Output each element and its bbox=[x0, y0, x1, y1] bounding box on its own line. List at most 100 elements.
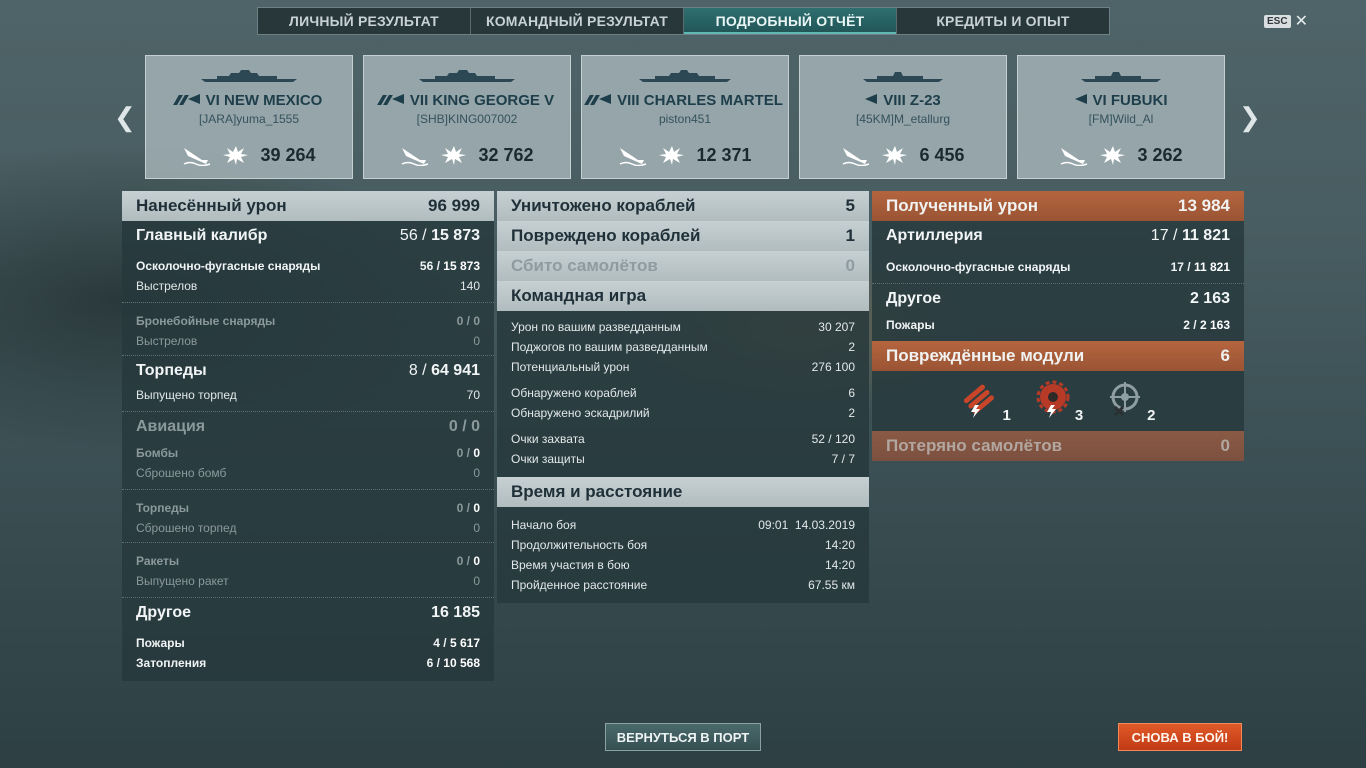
air-torpedoes-dropped-row: Сброшено торпед 0 bbox=[136, 521, 480, 535]
ship-name: VIII CHARLES MARTEL bbox=[582, 92, 788, 109]
steering-gear-module: 2 bbox=[1105, 379, 1156, 424]
other-damage-header: Другое 16 185 bbox=[122, 597, 494, 627]
floods-row: Затопления 6 / 10 568 bbox=[136, 656, 480, 670]
ship-name: VI NEW MEXICO bbox=[146, 92, 352, 109]
damage-hit-icon bbox=[1099, 144, 1127, 166]
squadrons-spotted-row: Обнаружено эскадрилий 2 bbox=[511, 406, 855, 420]
torpedoes-fired-row: Выпущено торпед 70 bbox=[136, 388, 480, 402]
bombs-row: Бомбы 0 / 0 bbox=[136, 446, 480, 460]
rockets-fired-row: Выпущено ракет 0 bbox=[136, 574, 480, 588]
fires-row: Пожары 4 / 5 617 bbox=[136, 636, 480, 650]
sunk-ship-icon bbox=[841, 144, 871, 166]
carousel-right-arrow-icon[interactable]: ❯ bbox=[1239, 104, 1261, 130]
ap-shots-row: Выстрелов 0 bbox=[136, 334, 480, 348]
ship-card[interactable]: VI NEW MEXICO [JARA]yuma_1555 39 264 bbox=[145, 55, 353, 179]
defense-points-row: Очки защиты 7 / 7 bbox=[511, 452, 855, 466]
close-icon: ✕ bbox=[1294, 13, 1308, 30]
ship-damage-stats: 39 264 bbox=[146, 144, 352, 166]
capture-points-row: Очки захвата 52 / 120 bbox=[511, 432, 855, 446]
ship-silhouette-icon bbox=[800, 69, 1006, 83]
ship-damage-value: 3 262 bbox=[1137, 144, 1183, 165]
ship-class-icon bbox=[599, 94, 612, 104]
received-damage-panel: Полученный урон 13 984 Артиллерия 17 / 11… bbox=[872, 191, 1244, 461]
artillery-header: Артиллерия 17 / 11 821 bbox=[872, 221, 1244, 251]
player-name: [JARA]yuma_1555 bbox=[198, 112, 300, 126]
damage-hit-icon bbox=[658, 144, 686, 166]
received-other-header: Другое 2 163 bbox=[872, 283, 1244, 313]
planes-lost-header: Потеряно самолётов 0 bbox=[872, 431, 1244, 461]
ship-damage-value: 12 371 bbox=[696, 144, 752, 165]
ship-damage-stats: 12 371 bbox=[582, 144, 788, 166]
spotting-fires-row: Поджогов по вашим разведданным 2 bbox=[511, 340, 855, 354]
player-name: [FM]Wild_Al bbox=[1088, 112, 1154, 126]
ship-name: VI FUBUKI bbox=[1018, 92, 1224, 109]
torpedoes-header: Торпеды 8 / 64 941 bbox=[122, 355, 494, 385]
spotting-damage-row: Урон по вашим разведданным 30 207 bbox=[511, 320, 855, 334]
team-play-header: Командная игра bbox=[497, 281, 869, 311]
ship-damage-stats: 3 262 bbox=[1018, 144, 1224, 166]
received-damage-header: Полученный урон 13 984 bbox=[872, 191, 1244, 221]
ship-damage-value: 32 762 bbox=[478, 144, 534, 165]
dealt-damage-header: Нанесённый урон 96 999 bbox=[122, 191, 494, 221]
torpedo-tubes-module: 1 bbox=[960, 379, 1011, 424]
carousel-left-arrow-icon[interactable]: ❮ bbox=[114, 104, 136, 130]
ship-silhouette-icon bbox=[146, 69, 352, 83]
damaged-modules-header: Повреждённые модули 6 bbox=[872, 341, 1244, 371]
ship-class-icon bbox=[391, 94, 404, 104]
ship-damage-stats: 32 762 bbox=[364, 144, 570, 166]
damage-hit-icon bbox=[881, 144, 909, 166]
tab-credits-xp[interactable]: КРЕДИТЫ И ОПЫТ bbox=[897, 8, 1109, 34]
damaged-ships-header: Повреждено кораблей 1 bbox=[497, 221, 869, 251]
damaged-modules-list: 1 3 2 bbox=[872, 371, 1244, 431]
planes-shot-down-header: Сбито самолётов 0 bbox=[497, 251, 869, 281]
received-he-row: Осколочно-фугасные снаряды 17 / 11 821 bbox=[886, 260, 1230, 274]
ship-damage-stats: 6 456 bbox=[800, 144, 1006, 166]
ship-silhouette-icon bbox=[364, 69, 570, 83]
ship-silhouette-icon bbox=[1018, 69, 1224, 83]
sunk-ship-icon bbox=[1059, 144, 1089, 166]
engine-module: 3 bbox=[1033, 379, 1083, 424]
ship-silhouette-icon bbox=[582, 69, 788, 83]
ship-class-icon bbox=[187, 94, 200, 104]
tab-team-result[interactable]: КОМАНДНЫЙ РЕЗУЛЬТАТ bbox=[471, 8, 684, 34]
return-to-port-button[interactable]: ВЕРНУТЬСЯ В ПОРТ bbox=[605, 723, 761, 751]
ship-class-icon bbox=[865, 94, 878, 104]
ship-name: VIII Z-23 bbox=[800, 92, 1006, 109]
ship-damage-value: 6 456 bbox=[919, 144, 965, 165]
ships-spotted-row: Обнаружено кораблей 6 bbox=[511, 386, 855, 400]
distance-traveled-row: Пройденное расстояние 67.55 км bbox=[511, 578, 855, 592]
received-fires-row: Пожары 2 / 2 163 bbox=[886, 318, 1230, 332]
ap-shells-row: Бронебойные снаряды 0 / 0 bbox=[136, 314, 480, 328]
tab-detailed-report[interactable]: ПОДРОБНЫЙ ОТЧЁТ bbox=[684, 8, 897, 34]
dealt-damage-panel: Нанесённый урон 96 999 Главный калибр 56 … bbox=[122, 191, 494, 681]
steering-gear-icon bbox=[1105, 379, 1145, 424]
ship-class-icon bbox=[1074, 94, 1087, 104]
ship-name: VII KING GEORGE V bbox=[364, 92, 570, 109]
ship-card[interactable]: VII KING GEORGE V [SHB]KING007002 32 762 bbox=[363, 55, 571, 179]
ship-damage-value: 39 264 bbox=[260, 144, 316, 165]
player-name: [45KM]M_etallurg bbox=[855, 112, 951, 126]
battle-again-button[interactable]: СНОВА В БОЙ! bbox=[1118, 723, 1242, 751]
rockets-row: Ракеты 0 / 0 bbox=[136, 554, 480, 568]
player-name: [SHB]KING007002 bbox=[416, 112, 518, 126]
battle-start-row: Начало боя 09:01 14.03.2019 bbox=[511, 518, 855, 532]
sunk-ship-icon bbox=[618, 144, 648, 166]
report-tabs: ЛИЧНЫЙ РЕЗУЛЬТАТ КОМАНДНЫЙ РЕЗУЛЬТАТ ПОД… bbox=[257, 7, 1110, 35]
main-battery-header: Главный калибр 56 / 15 873 bbox=[122, 221, 494, 251]
he-shells-row: Осколочно-фугасные снаряды 56 / 15 873 bbox=[136, 259, 480, 273]
close-button[interactable]: ESC ✕ bbox=[1264, 11, 1308, 31]
bombs-dropped-row: Сброшено бомб 0 bbox=[136, 466, 480, 480]
ship-card[interactable]: VIII CHARLES MARTEL piston451 12 371 bbox=[581, 55, 789, 179]
battle-duration-row: Продолжительность боя 14:20 bbox=[511, 538, 855, 552]
time-distance-header: Время и расстояние bbox=[497, 477, 869, 507]
air-torpedoes-row: Торпеды 0 / 0 bbox=[136, 501, 480, 515]
ship-card[interactable]: VI FUBUKI [FM]Wild_Al 3 262 bbox=[1017, 55, 1225, 179]
battle-summary-panel: Уничтожено кораблей 5 Повреждено кораблей… bbox=[497, 191, 869, 603]
torpedo-tubes-icon bbox=[960, 379, 1000, 424]
dealt-damage-value: 96 999 bbox=[428, 196, 480, 215]
ship-card[interactable]: VIII Z-23 [45KM]M_etallurg 6 456 bbox=[799, 55, 1007, 179]
tab-personal-result[interactable]: ЛИЧНЫЙ РЕЗУЛЬТАТ bbox=[258, 8, 471, 34]
damage-hit-icon bbox=[440, 144, 468, 166]
potential-damage-row: Потенциальный урон 276 100 bbox=[511, 360, 855, 374]
he-shots-row: Выстрелов 140 bbox=[136, 279, 480, 293]
